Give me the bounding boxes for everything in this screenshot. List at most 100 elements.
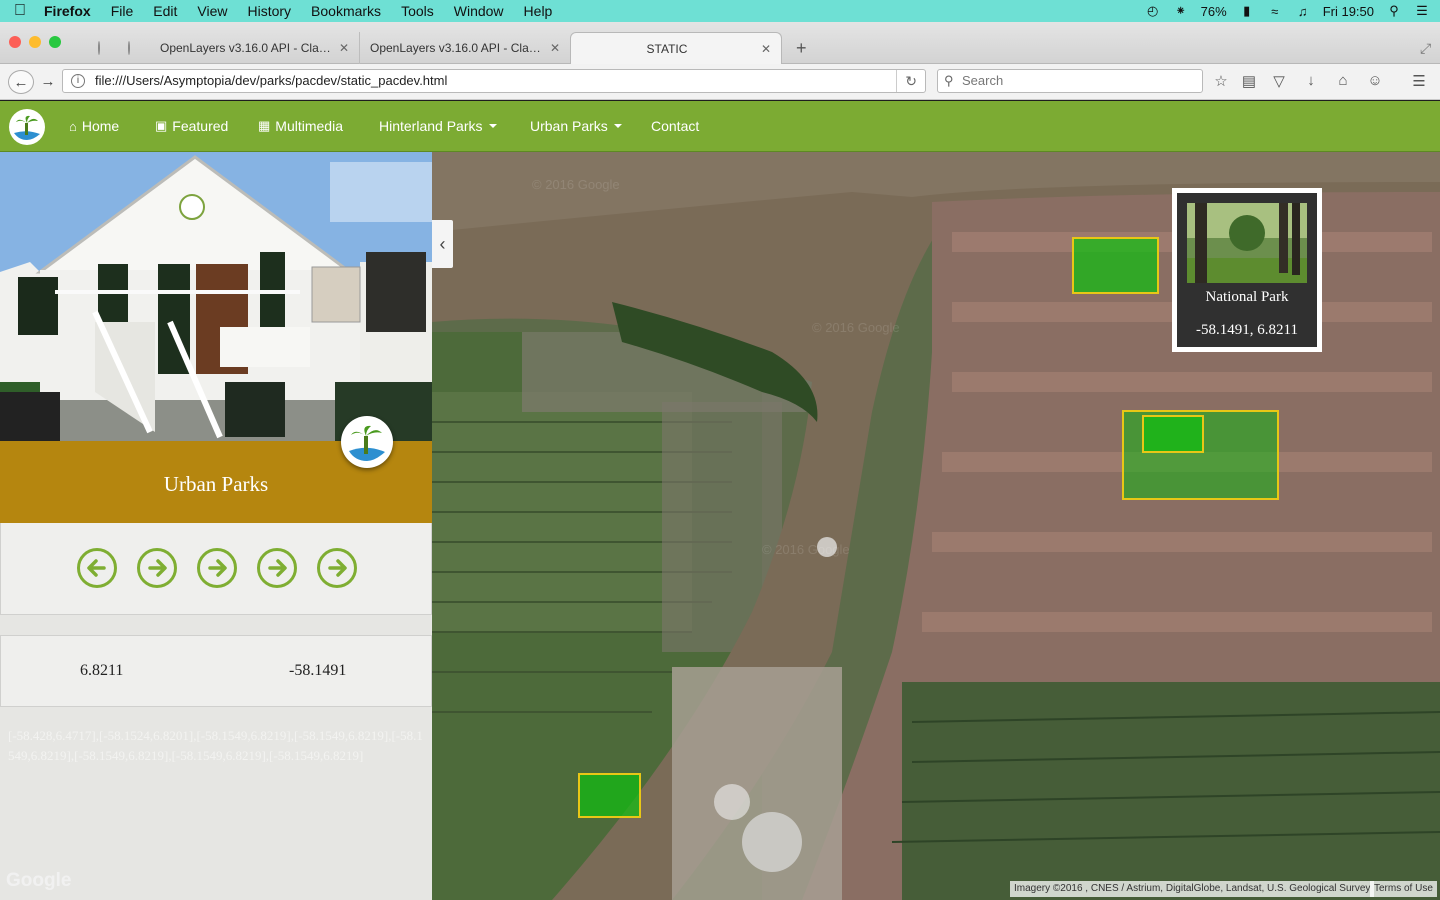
arrow-right-icon	[208, 559, 227, 577]
menu-app-name[interactable]: Firefox	[40, 3, 101, 19]
close-icon[interactable]: ✕	[761, 42, 771, 56]
arrow-left-icon	[87, 559, 106, 577]
nav-urban-parks[interactable]: Urban Parks	[530, 118, 622, 134]
park-marker-national-park[interactable]	[1072, 237, 1159, 294]
back-button[interactable]: ←	[8, 70, 34, 94]
longitude-value: -58.1491	[289, 662, 347, 679]
pinned-tab-favicon	[98, 41, 100, 55]
tab-openlayers-1[interactable]: OpenLayers v3.16.0 API - Clas… ✕	[150, 32, 360, 64]
menu-window[interactable]: Window	[444, 3, 514, 19]
site-navbar: ⌂ Home ▣ Featured ▦ Multimedia Hinterlan…	[0, 101, 1440, 152]
pinned-tab[interactable]	[88, 32, 116, 64]
wifi-icon[interactable]: ≈	[1267, 4, 1283, 19]
nav-home[interactable]: ⌂ Home	[69, 118, 119, 134]
tab-openlayers-2[interactable]: OpenLayers v3.16.0 API - Clas… ✕	[360, 32, 570, 64]
battery-percent: 76%	[1200, 3, 1227, 19]
spotlight-search-icon[interactable]: ⚲	[1386, 3, 1402, 19]
map-watermark: © 2016 Google	[812, 320, 900, 335]
coordinate-log-text: [-58.428,6.4717],[-58.1524,6.8201],[-58.…	[8, 728, 423, 763]
window-minimize-button[interactable]	[29, 36, 41, 48]
tab-title: OpenLayers v3.16.0 API - Clas…	[160, 41, 331, 55]
bookmark-star-icon[interactable]: ☆	[1211, 72, 1231, 90]
hello-chat-icon[interactable]: ☺	[1365, 72, 1385, 89]
pocket-icon[interactable]: ▽	[1269, 72, 1289, 90]
search-icon: ⚲	[944, 73, 954, 88]
apple-icon[interactable]: 	[0, 2, 40, 20]
pinned-tab-globe[interactable]	[118, 32, 138, 64]
menu-edit[interactable]: Edit	[143, 3, 187, 19]
tab-title: OpenLayers v3.16.0 API - Clas…	[370, 41, 542, 55]
menu-history[interactable]: History	[237, 3, 301, 19]
browser-tabbar: OpenLayers v3.16.0 API - Clas… ✕ OpenLay…	[0, 22, 1440, 64]
menu-bookmarks[interactable]: Bookmarks	[301, 3, 391, 19]
window-close-button[interactable]	[9, 36, 21, 48]
next-park-button-2[interactable]	[197, 548, 237, 588]
reload-icon[interactable]: ↻	[896, 70, 917, 92]
menu-file[interactable]: File	[101, 3, 144, 19]
sidebar-collapse-button[interactable]: ‹	[432, 220, 453, 268]
home-icon[interactable]: ⌂	[1333, 72, 1353, 89]
reading-list-icon[interactable]: ▤	[1239, 72, 1259, 90]
hamburger-menu-icon[interactable]: ☰	[1409, 72, 1429, 90]
menubar-clock[interactable]: Fri 19:50	[1323, 4, 1374, 19]
menu-view[interactable]: View	[187, 3, 237, 19]
menu-tools[interactable]: Tools	[391, 3, 444, 19]
park-popup-coords: -58.1491, 6.8211	[1196, 322, 1298, 338]
nav-urban-label: Urban Parks	[530, 118, 608, 134]
site-logo[interactable]	[9, 109, 45, 145]
nav-multimedia[interactable]: ▦ Multimedia	[258, 118, 343, 134]
map-watermark: © 2016 Google	[762, 542, 850, 557]
next-park-button-1[interactable]	[137, 548, 177, 588]
close-icon[interactable]: ✕	[339, 41, 349, 55]
nav-multimedia-label: Multimedia	[275, 118, 343, 134]
os-menubar:  Firefox File Edit View History Bookmar…	[0, 0, 1440, 22]
next-park-button-4[interactable]	[317, 548, 357, 588]
window-zoom-button[interactable]	[49, 36, 61, 48]
volume-icon[interactable]: ♫	[1295, 4, 1311, 19]
latitude-value: 6.8211	[80, 662, 124, 679]
search-input[interactable]: ⚲ Search	[937, 69, 1203, 93]
film-icon: ▣	[155, 118, 168, 133]
tab-static[interactable]: STATIC ✕	[570, 32, 782, 64]
palm-logo-icon	[14, 115, 40, 140]
menu-help[interactable]: Help	[514, 3, 563, 19]
park-marker-zoo[interactable]	[1142, 415, 1204, 453]
notification-center-icon[interactable]: ☰	[1414, 3, 1430, 19]
coordinate-panel: 6.8211 -58.1491	[0, 635, 432, 707]
caret-down-icon	[613, 124, 622, 128]
arrow-right-icon	[148, 559, 167, 577]
download-icon[interactable]: ↓	[1301, 72, 1321, 89]
picture-icon: ▦	[258, 118, 271, 133]
browser-navbar: ← → i file:///Users/Asymptopia/dev/parks…	[0, 64, 1440, 100]
bluetooth-icon[interactable]: ⁕	[1173, 3, 1189, 19]
palm-logo-icon	[349, 425, 385, 461]
close-icon[interactable]: ✕	[550, 41, 560, 55]
info-icon[interactable]: i	[71, 74, 85, 88]
arrow-right-icon	[268, 559, 287, 577]
park-badge	[341, 416, 393, 468]
park-marker-west-bank[interactable]	[578, 773, 641, 818]
url-bar[interactable]: i file:///Users/Asymptopia/dev/parks/pac…	[62, 69, 926, 93]
fullscreen-icon[interactable]: ⤢	[1410, 32, 1440, 64]
battery-icon[interactable]: ▮	[1239, 3, 1255, 19]
new-tab-button[interactable]: +	[786, 32, 817, 64]
nav-featured[interactable]: ▣ Featured	[155, 118, 228, 134]
nav-featured-label: Featured	[172, 118, 229, 134]
google-logo: Google	[6, 870, 72, 891]
nav-home-label: Home	[81, 118, 120, 134]
park-popup-name: National Park	[1205, 289, 1289, 305]
park-popup[interactable]: National Park -58.1491, 6.8211	[1172, 188, 1322, 352]
park-office-photo	[0, 152, 432, 441]
home-icon: ⌂	[69, 118, 77, 134]
nav-hinterland-parks[interactable]: Hinterland Parks	[379, 118, 497, 134]
forward-button[interactable]: →	[38, 70, 58, 94]
nav-contact[interactable]: Contact	[651, 118, 699, 134]
navigation-button-panel	[0, 523, 432, 615]
terms-of-use-link[interactable]: Terms of Use	[1370, 881, 1437, 897]
next-park-button-3[interactable]	[257, 548, 297, 588]
time-machine-icon[interactable]: ◴	[1145, 3, 1161, 19]
park-popup-thumbnail	[1187, 203, 1307, 283]
nav-hinterland-label: Hinterland Parks	[379, 118, 483, 134]
park-popup-body: National Park -58.1491, 6.8211	[1177, 193, 1317, 347]
previous-park-button[interactable]	[77, 548, 117, 588]
